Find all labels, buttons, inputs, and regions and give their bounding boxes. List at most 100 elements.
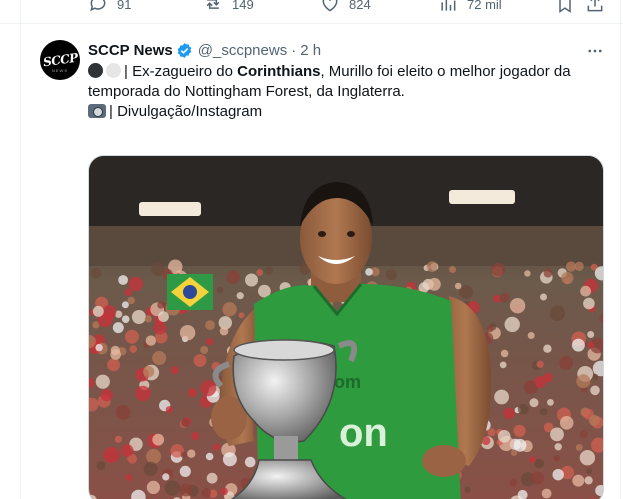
crowd-spectator: [112, 322, 124, 334]
crowd-spectator: [561, 271, 574, 285]
crowd-spectator: [552, 469, 564, 481]
crowd-spectator: [226, 270, 241, 284]
crowd-spectator: [580, 285, 591, 297]
trophy-rim: [233, 339, 335, 361]
crowd-spectator: [576, 374, 591, 389]
avatar[interactable]: SCCP NEWS: [40, 40, 80, 80]
crowd-spectator: [200, 380, 217, 397]
crowd-spectator: [143, 366, 155, 378]
share-button[interactable]: [585, 0, 605, 14]
crowd-spectator: [244, 456, 256, 468]
avatar-logo-subtext: NEWS: [52, 68, 68, 73]
crowd-spectator: [527, 332, 535, 339]
crowd-spectator: [529, 456, 536, 463]
crowd-spectator: [101, 305, 117, 320]
crowd-spectator: [205, 452, 214, 461]
crowd-spectator: [145, 335, 157, 346]
crowd-spectator: [121, 315, 130, 323]
crowd-spectator: [146, 480, 160, 494]
tweet-main-text: | Ex-zagueiro do Corinthians, Murillo fo…: [88, 62, 608, 102]
crowd-spectator: [118, 275, 128, 285]
crowd-spectator: [464, 486, 471, 493]
timeline-left-border: [20, 0, 21, 499]
crowd-spectator: [540, 293, 547, 301]
crowd-spectator: [91, 268, 102, 279]
crowd-spectator: [124, 288, 133, 297]
author-name[interactable]: SCCP News: [88, 42, 173, 59]
crowd-spectator: [565, 261, 577, 272]
crowd-spectator: [100, 389, 113, 402]
crowd-spectator: [504, 316, 520, 333]
crowd-spectator: [509, 298, 526, 314]
crowd-spectator: [579, 430, 588, 438]
crowd-spectator: [216, 286, 224, 294]
like-count: 824: [349, 0, 371, 12]
crowd-spectator: [547, 399, 554, 406]
tweet-divider: [0, 23, 623, 24]
crowd-spectator: [549, 305, 566, 321]
retweet-button[interactable]: 149: [203, 0, 254, 14]
crowd-spectator: [499, 361, 507, 369]
crowd-spectator: [170, 366, 179, 375]
crowd-spectator: [586, 468, 593, 475]
crowd-spectator: [543, 344, 552, 353]
bookmark-icon: [559, 0, 571, 13]
reply-button[interactable]: 91: [88, 0, 131, 14]
crowd-spectator: [426, 261, 438, 273]
crowd-spectator: [587, 331, 595, 338]
crowd-spectator: [385, 269, 397, 281]
crowd-spectator: [127, 296, 135, 305]
crowd-spectator: [543, 268, 553, 278]
crowd-spectator: [572, 474, 585, 487]
crowd-spectator: [110, 345, 120, 356]
crowd-spectator: [206, 338, 214, 346]
crowd-spectator: [179, 465, 191, 477]
crowd-spectator: [143, 461, 158, 476]
crowd-spectator: [541, 488, 552, 499]
crowd-spectator: [491, 262, 506, 277]
crowd-spectator: [191, 431, 200, 441]
crowd-spectator: [157, 301, 165, 309]
crowd-spectator: [162, 473, 170, 481]
reply-icon: [90, 0, 106, 12]
crowd-spectator: [179, 483, 193, 497]
like-button[interactable]: 824: [320, 0, 371, 14]
crowd-spectator: [187, 449, 196, 458]
crowd-spectator: [152, 433, 165, 446]
crowd-spectator: [128, 276, 143, 292]
crowd-spectator: [486, 325, 494, 333]
crowd-spectator: [534, 376, 547, 388]
crowd-spectator: [513, 438, 527, 452]
crowd-spectator: [220, 487, 228, 496]
crowd-spectator: [524, 270, 531, 277]
crowd-spectator: [497, 430, 511, 443]
tweet-time[interactable]: 2 h: [300, 42, 321, 59]
crowd-spectator: [579, 450, 596, 466]
author-handle[interactable]: @_sccpnews: [198, 42, 287, 59]
crowd-spectator: [571, 338, 585, 352]
crowd-spectator: [201, 488, 212, 498]
crowd-spectator: [587, 341, 594, 349]
crowd-spectator: [583, 297, 595, 310]
crowd-spectator: [590, 385, 600, 396]
views-button[interactable]: 72 mil: [438, 0, 502, 14]
crowd-spectator: [165, 406, 173, 414]
crowd-spectator: [513, 424, 526, 437]
crowd-spectator: [493, 295, 501, 303]
crowd-spectator: [264, 266, 273, 275]
crowd-spectator: [146, 448, 162, 464]
crowd-spectator: [114, 435, 123, 443]
jersey-sponsor-small: om: [334, 372, 361, 392]
more-options-button[interactable]: [585, 41, 605, 61]
photo-credit-text: | Divulgação/Instagram: [109, 103, 263, 120]
bookmark-button[interactable]: [555, 0, 575, 14]
retweet-icon: [206, 0, 220, 9]
crowd-spectator: [125, 474, 133, 481]
crowd-spectator: [96, 461, 106, 470]
crowd-spectator: [222, 452, 237, 467]
crowd-spectator: [181, 418, 190, 427]
crowd-spectator: [121, 301, 129, 309]
tweet-photo[interactable]: om on: [88, 155, 604, 499]
crowd-spectator: [219, 326, 229, 336]
crowd-spectator: [559, 416, 574, 430]
